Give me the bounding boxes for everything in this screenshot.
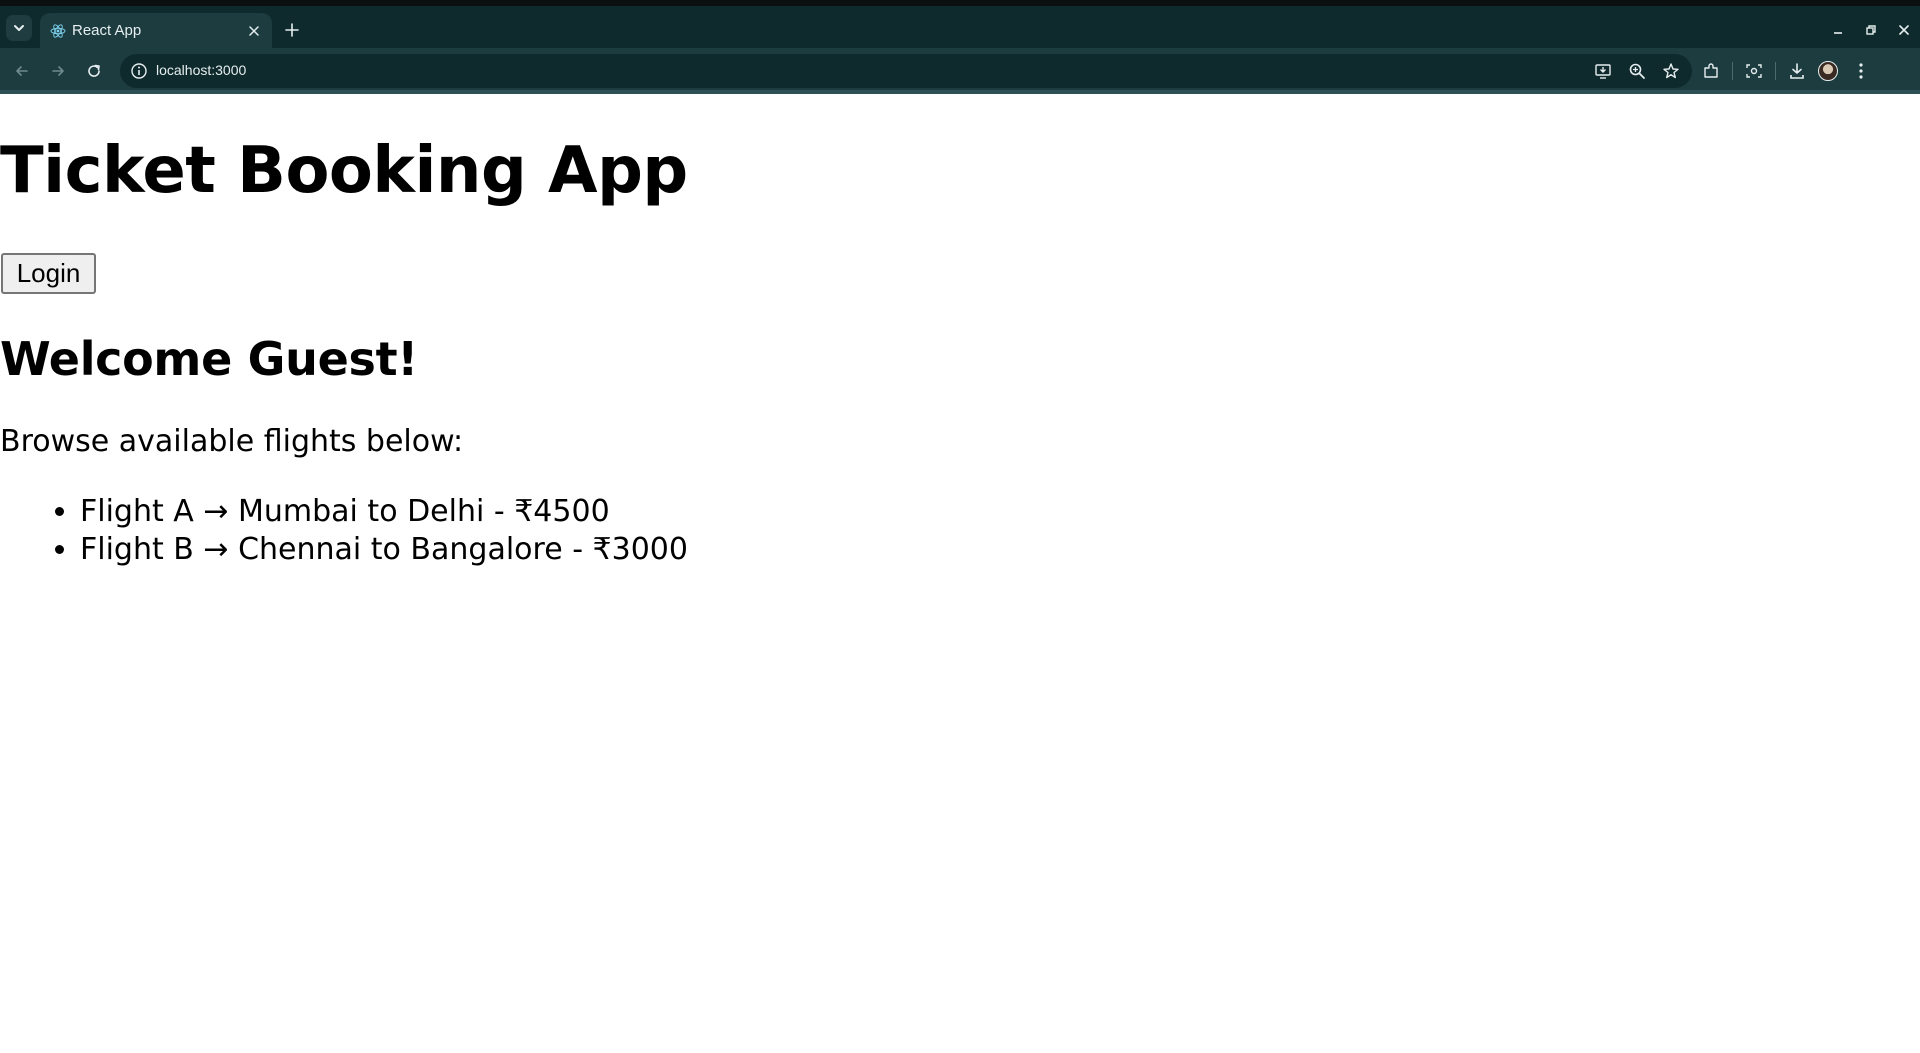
close-icon (249, 26, 259, 36)
plus-icon (285, 23, 299, 37)
react-logo-icon (50, 24, 66, 38)
browser-toolbar: localhost:3000 (0, 48, 1920, 94)
zoom-icon[interactable] (1626, 60, 1648, 82)
download-icon[interactable] (1786, 60, 1808, 82)
close-window-button[interactable] (1887, 18, 1920, 42)
tab-close-button[interactable] (244, 21, 264, 41)
chevron-down-icon (14, 25, 24, 31)
address-bar-actions (1592, 60, 1682, 82)
extensions-icon[interactable] (1700, 60, 1722, 82)
restore-button[interactable] (1854, 18, 1887, 42)
page-title: Ticket Booking App (0, 134, 688, 208)
tab-title: React App (72, 22, 142, 39)
minimize-button[interactable] (1821, 18, 1854, 42)
back-button[interactable] (10, 59, 34, 83)
tab-active[interactable]: React App (40, 13, 272, 48)
bookmark-star-icon[interactable] (1660, 60, 1682, 82)
intro-text: Browse available flights below: (0, 424, 464, 459)
page-content: Ticket Booking App Login Welcome Guest! … (0, 94, 1920, 1053)
flight-list: Flight A → Mumbai to Delhi - ₹4500 Fligh… (0, 493, 688, 569)
toolbar-divider (1732, 62, 1733, 80)
browser-chrome: React App localhost:3000 (0, 0, 1920, 94)
restore-icon (1865, 25, 1876, 35)
close-icon (1898, 25, 1909, 35)
list-item: Flight B → Chennai to Bangalore - ₹3000 (80, 531, 688, 569)
reload-icon (88, 64, 100, 77)
info-icon[interactable] (130, 62, 148, 80)
address-url[interactable]: localhost:3000 (156, 62, 246, 78)
list-item: Flight A → Mumbai to Delhi - ₹4500 (80, 493, 688, 531)
screen-capture-icon[interactable] (1743, 60, 1765, 82)
login-button[interactable]: Login (1, 253, 96, 294)
toolbar-actions (1700, 59, 1872, 83)
arrow-left-icon (16, 66, 28, 76)
kebab-menu-icon[interactable] (1850, 60, 1872, 82)
reload-button[interactable] (82, 59, 106, 83)
profile-avatar[interactable] (1818, 61, 1838, 81)
forward-button[interactable] (46, 59, 70, 83)
tab-search-button[interactable] (6, 15, 32, 41)
welcome-heading: Welcome Guest! (0, 332, 418, 386)
window-controls (1821, 18, 1920, 42)
install-app-icon[interactable] (1592, 60, 1614, 82)
tab-strip: React App (0, 6, 1920, 48)
toolbar-divider (1775, 62, 1776, 80)
new-tab-button[interactable] (280, 18, 304, 42)
address-bar[interactable]: localhost:3000 (120, 54, 1692, 88)
arrow-right-icon (52, 66, 64, 76)
minimize-icon (1833, 32, 1842, 34)
